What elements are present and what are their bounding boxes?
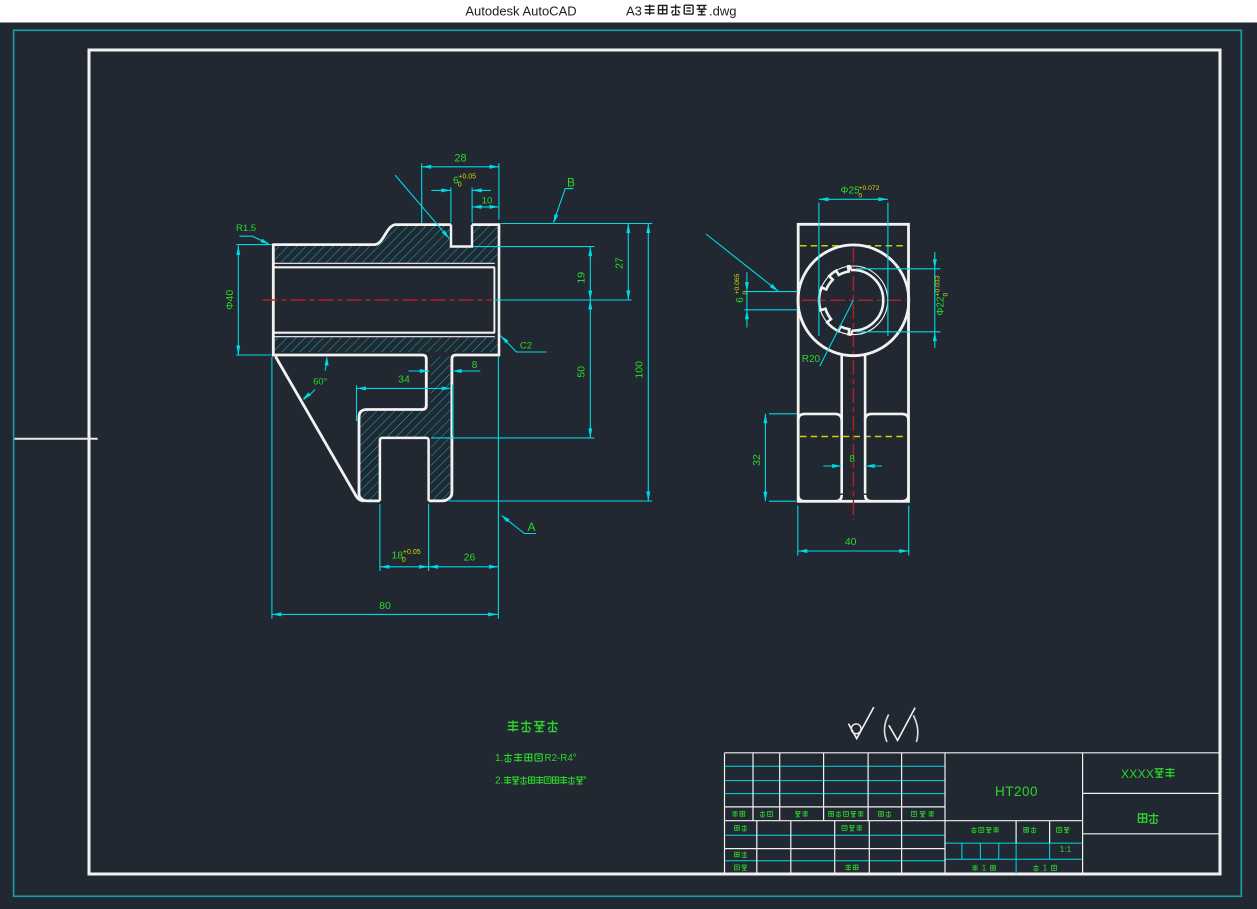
svg-text:0: 0 xyxy=(458,182,462,189)
svg-text:°: ° xyxy=(583,776,587,787)
svg-text:19: 19 xyxy=(576,272,588,284)
svg-text:0: 0 xyxy=(402,557,406,564)
svg-text:6: 6 xyxy=(735,297,746,303)
svg-text:10: 10 xyxy=(482,195,493,206)
svg-text:26: 26 xyxy=(464,551,476,563)
svg-text:100: 100 xyxy=(634,361,646,379)
svg-text:50: 50 xyxy=(576,366,588,378)
svg-text:8: 8 xyxy=(472,360,478,371)
svg-text:Φ22: Φ22 xyxy=(935,296,946,316)
svg-text:8: 8 xyxy=(849,454,855,465)
svg-text:+0.072: +0.072 xyxy=(859,185,880,192)
svg-text:34: 34 xyxy=(398,374,410,386)
svg-text:+0.05: +0.05 xyxy=(458,173,476,180)
svg-text:0: 0 xyxy=(859,193,863,200)
svg-text:0: 0 xyxy=(942,293,949,297)
svg-text:27: 27 xyxy=(614,257,626,269)
svg-text:+0.065: +0.065 xyxy=(734,273,741,294)
svg-text:Autodesk AutoCAD: Autodesk AutoCAD xyxy=(465,4,576,19)
svg-text:B: B xyxy=(567,176,575,190)
svg-text:2.: 2. xyxy=(495,776,503,787)
svg-text:R2-R4°: R2-R4° xyxy=(545,753,577,764)
svg-text:60°: 60° xyxy=(313,376,328,387)
svg-text:.dwg: .dwg xyxy=(709,4,736,19)
svg-text:1:1: 1:1 xyxy=(1060,844,1072,854)
svg-text:40: 40 xyxy=(845,536,857,548)
svg-text:C2: C2 xyxy=(520,341,532,352)
svg-text:1.: 1. xyxy=(495,753,503,764)
svg-text:Φ40: Φ40 xyxy=(224,290,236,310)
svg-text:A: A xyxy=(527,520,535,534)
svg-text:28: 28 xyxy=(454,153,466,165)
svg-text:R1.5: R1.5 xyxy=(236,223,256,234)
svg-text:32: 32 xyxy=(751,454,763,466)
svg-text:HT200: HT200 xyxy=(995,784,1038,799)
svg-text:XXXX: XXXX xyxy=(1121,767,1154,781)
svg-text:1: 1 xyxy=(1043,863,1048,872)
svg-text:R20: R20 xyxy=(802,354,821,365)
svg-text:1: 1 xyxy=(982,863,987,872)
svg-text:A3: A3 xyxy=(626,4,642,19)
svg-text:80: 80 xyxy=(379,600,391,612)
svg-text:+0.05: +0.05 xyxy=(403,549,421,556)
svg-text:Φ25: Φ25 xyxy=(840,186,860,197)
svg-text:+0.033: +0.033 xyxy=(935,275,942,296)
svg-text:0: 0 xyxy=(742,291,749,295)
